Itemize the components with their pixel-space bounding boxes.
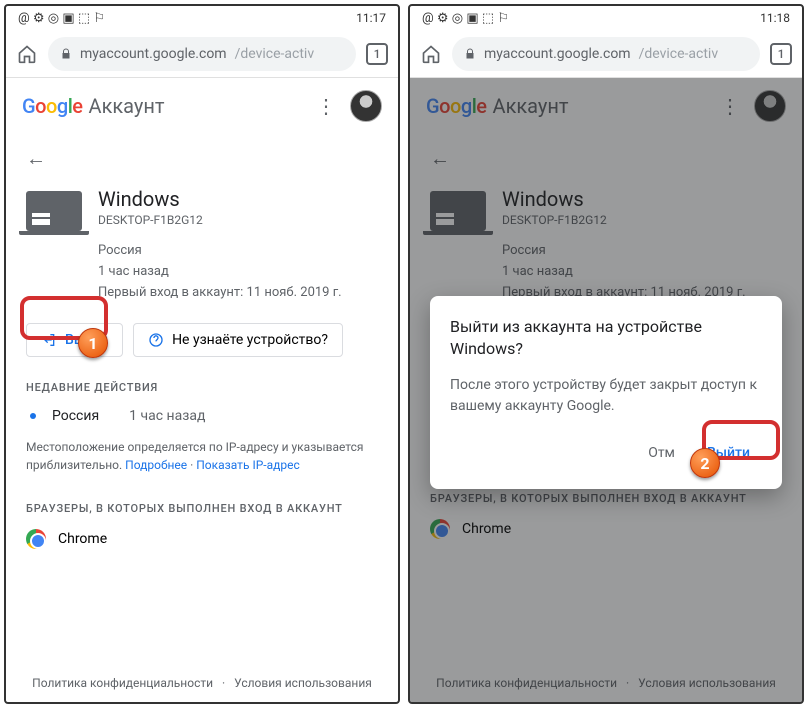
url-bar[interactable]: myaccount.google.com/device-activ	[48, 37, 356, 71]
chrome-icon	[26, 529, 46, 549]
url-host: myaccount.google.com	[80, 46, 227, 62]
privacy-link[interactable]: Политика конфиденциальности	[32, 676, 213, 690]
status-icons-left: @ ⚙ ◎ ▣ ⬚ ⚐	[18, 11, 105, 26]
dialog-cancel-button[interactable]: Отм	[636, 437, 687, 469]
url-path: /device-activ	[639, 46, 719, 62]
status-time: 11:17	[356, 11, 386, 25]
device-meta: Россия 1 час назад Первый вход в аккаунт…	[98, 241, 378, 303]
device-header: Windows DESKTOP-F1B2G12	[26, 187, 378, 231]
activity-dot-icon	[30, 413, 36, 419]
home-icon[interactable]	[420, 44, 442, 64]
device-location: Россия	[98, 241, 378, 262]
activity-location: Россия	[52, 408, 99, 424]
browser-toolbar: myaccount.google.com/device-activ 1	[410, 30, 802, 78]
annotation-badge-2: 2	[690, 448, 720, 478]
lock-icon	[60, 48, 72, 60]
signout-icon	[41, 332, 57, 348]
unrecognized-button[interactable]: Не узнаёте устройство?	[133, 323, 343, 357]
activity-row: Россия 1 час назад	[26, 408, 378, 424]
terms-link[interactable]: Условия использования	[234, 676, 372, 690]
browsers-title: БРАУЗЕРЫ, В КОТОРЫХ ВЫПОЛНЕН ВХОД В АККА…	[26, 502, 378, 515]
app-header: Google Аккаунт ⋮	[6, 78, 398, 134]
status-time: 11:18	[760, 11, 790, 25]
unrecognized-label: Не узнаёте устройство?	[172, 332, 328, 348]
footer: Политика конфиденциальности · Условия ис…	[6, 676, 398, 690]
browser-name: Chrome	[58, 531, 107, 547]
menu-icon[interactable]: ⋮	[308, 94, 344, 118]
dialog-title: Выйти из аккаунта на устройстве Windows?	[450, 316, 762, 361]
device-name: Windows	[98, 187, 203, 211]
url-host: myaccount.google.com	[484, 46, 631, 62]
activity-time: 1 час назад	[129, 408, 205, 424]
content: ← Windows DESKTOP-F1B2G12 Россия 1 час н…	[6, 134, 398, 702]
status-bar: @ ⚙ ◎ ▣ ⬚ ⚐ 11:18	[410, 6, 802, 30]
annotation-badge-1: 1	[78, 328, 108, 358]
lock-icon	[464, 48, 476, 60]
account-label: Аккаунт	[89, 94, 165, 118]
more-link[interactable]: Подробнее	[125, 458, 187, 472]
url-path: /device-activ	[235, 46, 315, 62]
tab-switcher[interactable]: 1	[770, 43, 792, 65]
device-first-login: Первый вход в аккаунт: 11 нояб. 2019 г.	[98, 283, 378, 304]
status-icons-left: @ ⚙ ◎ ▣ ⬚ ⚐	[422, 11, 509, 26]
signout-button[interactable]: Выйти	[26, 323, 123, 357]
tab-switcher[interactable]: 1	[366, 43, 388, 65]
show-ip-link[interactable]: Показать IP-адрес	[196, 458, 300, 472]
recent-title: НЕДАВНИЕ ДЕЙСТВИЯ	[26, 381, 378, 394]
google-logo: Google	[22, 94, 83, 118]
status-bar: @ ⚙ ◎ ▣ ⬚ ⚐ 11:17	[6, 6, 398, 30]
help-icon	[148, 332, 164, 348]
phone-right: @ ⚙ ◎ ▣ ⬚ ⚐ 11:18 myaccount.google.com/d…	[408, 4, 804, 704]
signout-dialog: Выйти из аккаунта на устройстве Windows?…	[430, 296, 782, 489]
device-id: DESKTOP-F1B2G12	[98, 213, 203, 227]
browser-row: Chrome	[26, 529, 378, 549]
browser-toolbar: myaccount.google.com/device-activ 1	[6, 30, 398, 78]
dialog-body: После этого устройству будет закрыт дост…	[450, 375, 762, 417]
avatar[interactable]	[350, 90, 382, 122]
desktop-icon	[26, 191, 82, 231]
location-note: Местоположение определяется по IP-адресу…	[26, 438, 378, 474]
device-last-active: 1 час назад	[98, 262, 378, 283]
home-icon[interactable]	[16, 44, 38, 64]
url-bar[interactable]: myaccount.google.com/device-activ	[452, 37, 760, 71]
back-button[interactable]: ←	[26, 134, 378, 187]
phone-left: @ ⚙ ◎ ▣ ⬚ ⚐ 11:17 myaccount.google.com/d…	[4, 4, 400, 704]
